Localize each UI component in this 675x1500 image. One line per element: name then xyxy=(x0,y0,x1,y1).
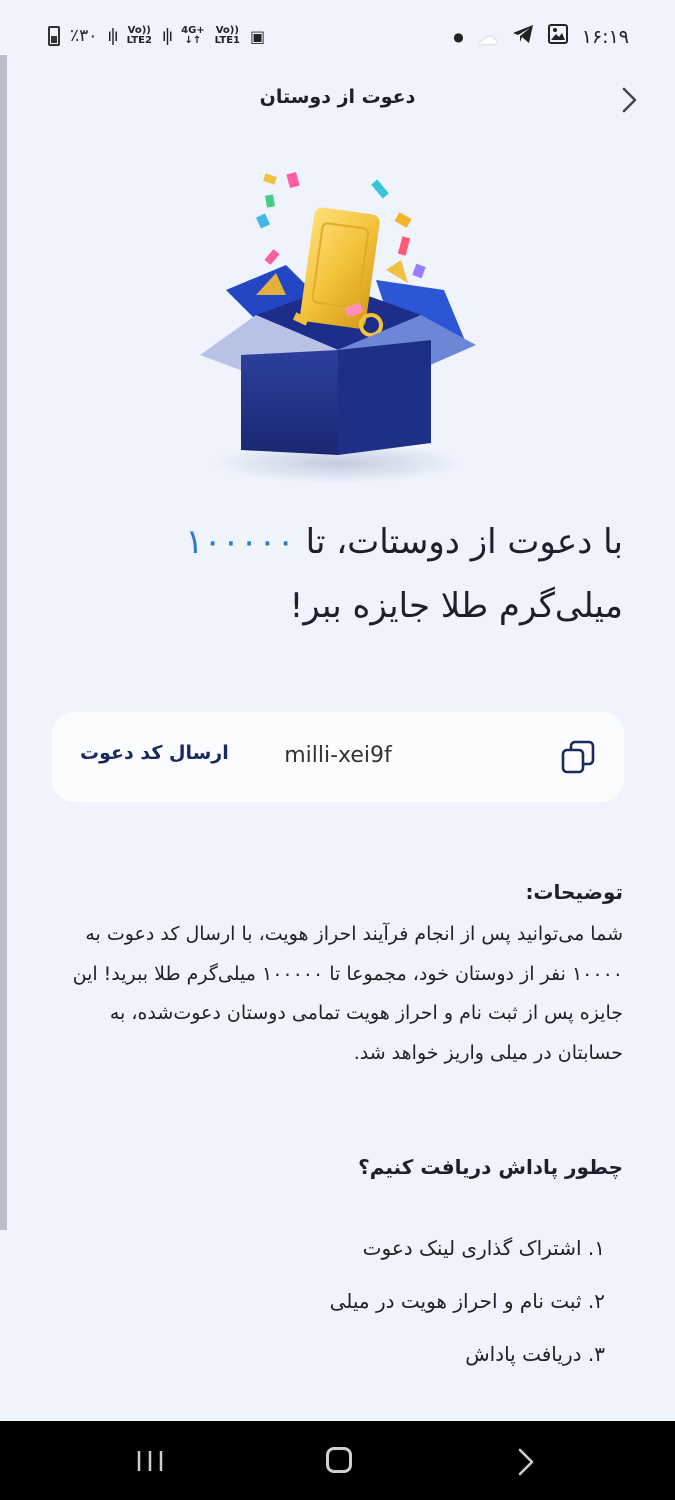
gallery-icon xyxy=(547,24,568,49)
steps-list: ۱. اشتراک گذاری لینک دعوت ۲. ثبت نام و ا… xyxy=(330,1222,605,1381)
invite-code-value: milli-xei9f xyxy=(284,743,392,768)
step-item: ۳. دریافت پاداش xyxy=(465,1342,605,1366)
copy-icon xyxy=(561,740,595,774)
status-bar: ٪۳۰ ı|ı Vo)) LTE2 ı|ı 4G+ ↓↑ Vo)) LTE1 ▣ ● … xyxy=(0,0,675,76)
telegram-icon xyxy=(512,24,534,49)
description-body: شما می‌توانید پس از انجام فرآیند احراز ه… xyxy=(72,923,623,1064)
notification-dot-icon: ● xyxy=(453,29,464,44)
scrollbar[interactable] xyxy=(0,55,7,1230)
status-right: ● ☁ ۱۶:۱۹ xyxy=(453,24,629,49)
how-to-title: چطور پاداش دریافت کنیم؟ xyxy=(358,1155,623,1179)
recent-apps-button[interactable] xyxy=(136,1449,164,1473)
cloud-icon: ☁ xyxy=(477,24,498,49)
headline-amount: ۱۰۰۰۰۰ xyxy=(185,522,295,562)
sim-card-icon: ▣ xyxy=(249,26,266,46)
headline-line-2: میلی‌گرم طلا جایزه ببر! xyxy=(289,586,623,626)
clock: ۱۶:۱۹ xyxy=(581,25,629,48)
step-item: ۲. ثبت نام و احراز هویت در میلی xyxy=(329,1289,605,1313)
step-item: ۱. اشتراک گذاری لینک دعوت xyxy=(362,1236,605,1260)
home-button[interactable] xyxy=(326,1447,352,1473)
sim1-indicator: Vo)) LTE1 xyxy=(214,25,240,46)
chevron-right-icon xyxy=(622,87,637,113)
chevron-right-icon xyxy=(518,1448,534,1476)
copy-button[interactable] xyxy=(560,739,596,775)
battery-percent: ٪۳۰ xyxy=(70,26,98,46)
nav-back-button[interactable] xyxy=(516,1448,536,1476)
headline-text: با دعوت از دوستات، تا xyxy=(294,522,623,562)
header: دعوت از دوستان xyxy=(0,76,675,124)
signal-icon: ı|ı xyxy=(107,26,118,46)
invite-code-card: ارسال کد دعوت milli-xei9f xyxy=(52,712,624,802)
description-title: توضیحات: xyxy=(525,880,623,904)
back-button[interactable] xyxy=(617,86,641,114)
status-left: ٪۳۰ ı|ı Vo)) LTE2 ı|ı 4G+ ↓↑ Vo)) LTE1 ▣ xyxy=(48,26,265,46)
headline: با دعوت از دوستات، تا ۱۰۰۰۰۰ میلی‌گرم طل… xyxy=(63,510,623,638)
headline-line-1: با دعوت از دوستات، تا ۱۰۰۰۰۰ xyxy=(63,510,623,574)
network-type-indicator: 4G+ ↓↑ xyxy=(181,25,205,46)
recent-apps-icon xyxy=(137,1451,163,1471)
sim2-indicator: Vo)) LTE2 xyxy=(126,25,152,46)
page-title: دعوت از دوستان xyxy=(259,86,416,108)
gift-box-illustration xyxy=(196,165,481,485)
battery-icon xyxy=(48,26,60,46)
signal-icon: ı|ı xyxy=(161,26,173,46)
system-navigation-bar xyxy=(0,1421,675,1500)
